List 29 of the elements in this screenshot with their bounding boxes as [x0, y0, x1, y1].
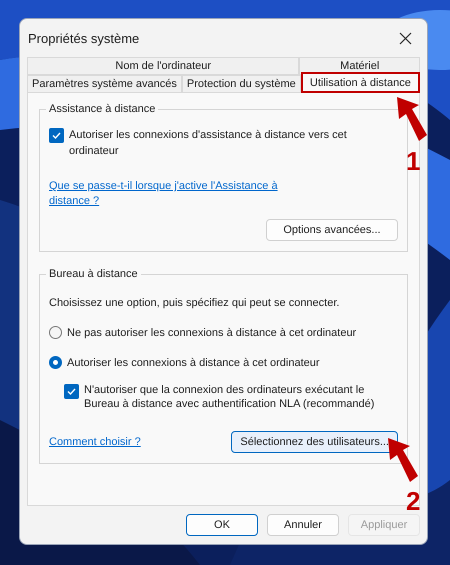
checkbox[interactable]: [49, 128, 64, 143]
radio-label: Ne pas autoriser les connexions à distance à cet ordinateur: [67, 326, 356, 341]
annotation-arrow: [386, 436, 420, 484]
close-icon: [398, 32, 412, 44]
dialog-button[interactable]: OK: [186, 514, 258, 536]
group-title: Assistance à distance: [48, 103, 156, 115]
check-icon: [52, 131, 61, 140]
dialog-button[interactable]: Annuler: [267, 514, 339, 536]
checkbox[interactable]: [64, 384, 79, 399]
help-link[interactable]: Que se passe-t-il lorsque j'active l'Assistance à distance ?: [49, 179, 279, 209]
help-link[interactable]: Comment choisir ?: [49, 434, 141, 450]
checkbox-label: Autoriser les connexions d'assistance à distance vers cet ordinateur: [69, 128, 348, 159]
annotation-number: 1: [406, 146, 420, 177]
instruction-text: Choisissez une option, puis spécifiez qui peut se connecter.: [49, 296, 340, 311]
advanced-options-button[interactable]: Options avancées...: [266, 219, 398, 241]
radio-button[interactable]: [49, 356, 62, 369]
group-title: Bureau à distance: [48, 268, 139, 280]
annotation-arrow: [395, 95, 429, 143]
check-icon: [67, 387, 76, 396]
tab[interactable]: Protection du système: [182, 75, 301, 93]
window-title: Propriétés système: [28, 30, 140, 46]
radio-button[interactable]: [49, 326, 62, 339]
tab[interactable]: Paramètres système avancés: [27, 75, 182, 93]
annotation-number: 2: [406, 486, 420, 517]
select-users-button[interactable]: Sélectionnez des utilisateurs...: [231, 431, 398, 453]
radio-label: Autoriser les connexions à distance à cet ordinateur: [67, 356, 320, 371]
checkbox-label: N'autoriser que la connexion des ordinateurs exécutant le Bureau à distance avec authentification NLA (recommandé): [84, 383, 376, 411]
tab[interactable]: Nom de l'ordinateur: [27, 57, 300, 75]
tab[interactable]: Utilisation à distance: [300, 72, 420, 93]
